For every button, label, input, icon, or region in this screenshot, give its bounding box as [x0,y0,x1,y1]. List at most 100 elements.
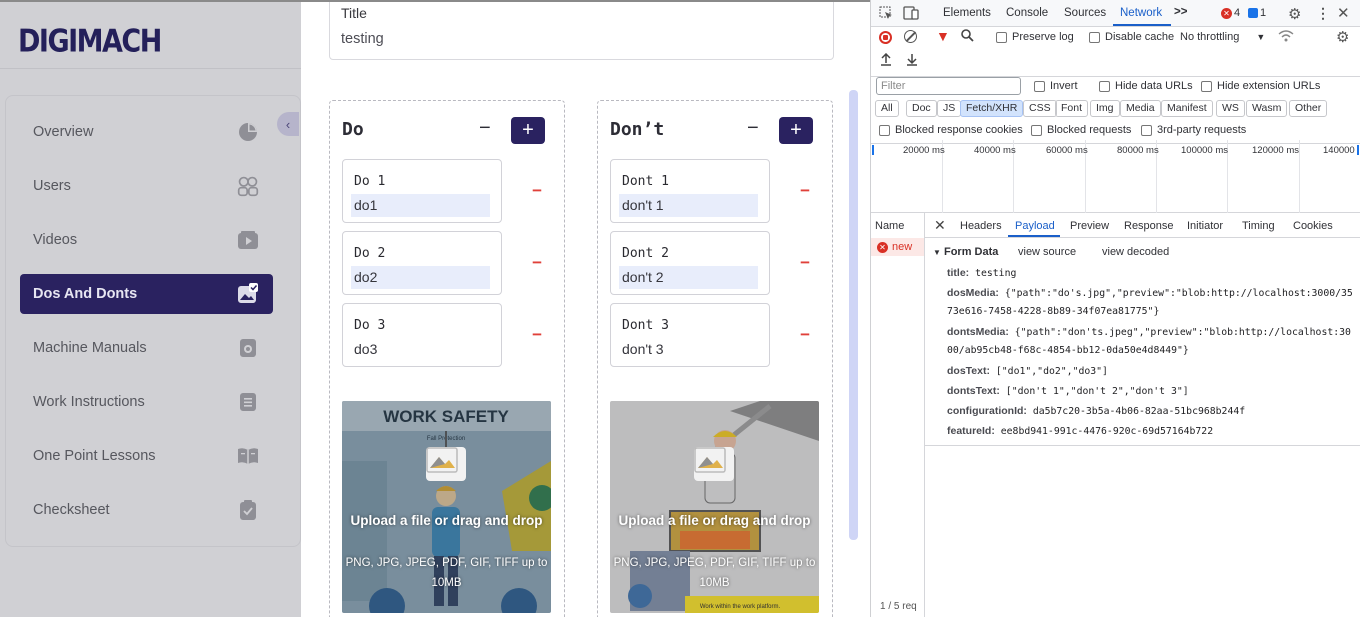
invert-checkbox[interactable]: Invert [1034,80,1078,92]
sidebar-item-machine-manuals[interactable]: Machine Manuals [20,328,273,368]
do-entry-input[interactable]: do3 [351,338,490,361]
hide-data-urls-checkbox[interactable]: Hide data URLs [1099,80,1193,92]
tab-payload[interactable]: Payload [1015,220,1055,232]
drag-drop-text: or drag and drop [434,513,543,528]
error-icon: ✕ [1221,7,1232,19]
remove-dont-button[interactable]: − [800,325,810,345]
import-har-icon[interactable] [880,52,892,69]
error-count[interactable]: ✕ 4 [1221,7,1240,19]
type-filter-wasm[interactable]: Wasm [1246,100,1288,117]
remove-dont-button[interactable]: − [800,253,810,273]
dont-image-upload[interactable]: Work within the work platform. Upload a … [610,401,819,613]
type-filter-css[interactable]: CSS [1023,100,1057,117]
hide-extension-urls-checkbox[interactable]: Hide extension URLs [1201,80,1320,92]
type-filter-js[interactable]: JS [937,100,962,117]
more-options-icon[interactable]: ⋮ [1316,5,1330,22]
throttling-select[interactable]: No throttling ▼ [1180,31,1265,43]
message-count[interactable]: 1 [1248,7,1266,19]
sidebar-item-one-point-lessons[interactable]: One Point Lessons [20,436,273,476]
type-filter-manifest[interactable]: Manifest [1161,100,1213,117]
remove-dont-button[interactable]: − [800,181,810,201]
device-toolbar-icon[interactable] [903,6,919,23]
tab-elements[interactable]: Elements [943,7,991,19]
video-icon [237,229,259,251]
tab-headers[interactable]: Headers [960,220,1002,232]
dont-entry-input[interactable]: don't 3 [619,338,758,361]
record-stop-icon[interactable] [879,31,892,44]
do-entry-input[interactable]: do1 [351,194,490,217]
collapse-sidebar-button[interactable]: ‹ [277,112,299,136]
inspect-element-icon[interactable] [879,6,893,23]
network-settings-gear-icon[interactable]: ⚙ [1336,28,1349,46]
do-entry-input[interactable]: do2 [351,266,490,289]
tab-timing[interactable]: Timing [1242,220,1275,232]
filter-icon[interactable]: ▼ [936,28,950,44]
filter-input[interactable]: Filter [876,77,1021,95]
type-filter-font[interactable]: Font [1055,100,1089,117]
type-filter-all[interactable]: All [875,100,899,117]
image-placeholder-icon [426,447,466,481]
filter-bar: Filter Invert Hide data URLs Hide extens… [871,74,1360,144]
app-logo[interactable]: DIGIMACH [18,24,162,60]
sidebar-item-videos[interactable]: Videos [20,220,273,260]
network-conditions-icon[interactable] [1278,29,1294,45]
timeline-marker-right [1357,145,1359,155]
sidebar-item-work-instructions[interactable]: Work Instructions [20,382,273,422]
upload-link[interactable]: Upload a file [350,513,430,528]
blocked-requests-checkbox[interactable]: Blocked requests [1031,124,1131,136]
tab-network[interactable]: Network [1120,7,1162,19]
tab-response[interactable]: Response [1124,220,1174,232]
blocked-cookies-checkbox[interactable]: Blocked response cookies [879,124,1023,136]
add-dont-button[interactable]: + [779,117,813,144]
tab-sources[interactable]: Sources [1064,7,1106,19]
type-filter-img[interactable]: Img [1090,100,1120,117]
tab-console[interactable]: Console [1006,7,1048,19]
type-filter-ws[interactable]: WS [1216,100,1245,117]
sidebar-item-checksheet[interactable]: Checksheet [20,490,273,530]
preserve-log-checkbox[interactable]: Preserve log [996,31,1074,43]
view-decoded-link[interactable]: view decoded [1102,246,1169,258]
upload-link[interactable]: Upload a file [618,513,698,528]
network-timeline[interactable]: 20000 ms 40000 ms 60000 ms 80000 ms 1000… [871,140,1360,213]
remove-do-button[interactable]: − [532,253,542,273]
remove-do-button[interactable]: − [532,325,542,345]
do-entry-label: Do 3 [354,318,386,333]
tab-preview[interactable]: Preview [1070,220,1109,232]
view-source-link[interactable]: view source [1018,246,1076,258]
collapse-do-button[interactable]: − [479,117,491,140]
sidebar-item-users[interactable]: Users [20,166,273,206]
collapse-dont-button[interactable]: − [747,117,759,140]
sidebar-item-overview[interactable]: Overview [20,112,273,152]
disable-cache-checkbox[interactable]: Disable cache [1089,31,1174,43]
type-filter-doc[interactable]: Doc [906,100,937,117]
clear-icon[interactable] [904,30,917,43]
form-data-section[interactable]: ▼ Form Data [933,246,998,258]
third-party-requests-checkbox[interactable]: 3rd-party requests [1141,124,1246,136]
type-filter-other[interactable]: Other [1289,100,1328,117]
do-image-upload[interactable]: WORK SAFETY Fall Protection [342,401,551,613]
type-filter-media[interactable]: Media [1120,100,1161,117]
sidebar-item-dos-and-donts[interactable]: Dos And Donts [20,274,273,314]
export-har-icon[interactable] [906,53,918,69]
name-column-header[interactable]: Name [875,220,904,232]
dont-entry-input[interactable]: don't 2 [619,266,758,289]
payload-panel: ▼ Form Data view source view decoded tit… [925,238,1360,446]
dont-entry-input[interactable]: don't 1 [619,194,758,217]
tab-initiator[interactable]: Initiator [1187,220,1223,232]
tab-cookies[interactable]: Cookies [1293,220,1333,232]
scrollbar-thumb[interactable] [849,90,858,540]
book-icon [237,445,259,467]
request-row[interactable]: ✕ new [871,238,924,256]
add-do-button[interactable]: + [511,117,545,144]
sidebar-item-label: Videos [33,232,78,248]
close-devtools-icon[interactable]: ✕ [1337,4,1350,22]
settings-gear-icon[interactable]: ⚙ [1288,5,1301,23]
title-field[interactable]: Title testing [329,2,834,60]
title-input[interactable]: testing [341,31,384,47]
close-detail-icon[interactable]: ✕ [934,217,946,234]
search-icon[interactable] [961,29,974,45]
remove-do-button[interactable]: − [532,181,542,201]
do-entry: Do 2 do2 [342,231,502,295]
more-tabs-button[interactable]: >> [1174,6,1187,18]
type-filter-fetch-xhr[interactable]: Fetch/XHR [960,100,1024,117]
